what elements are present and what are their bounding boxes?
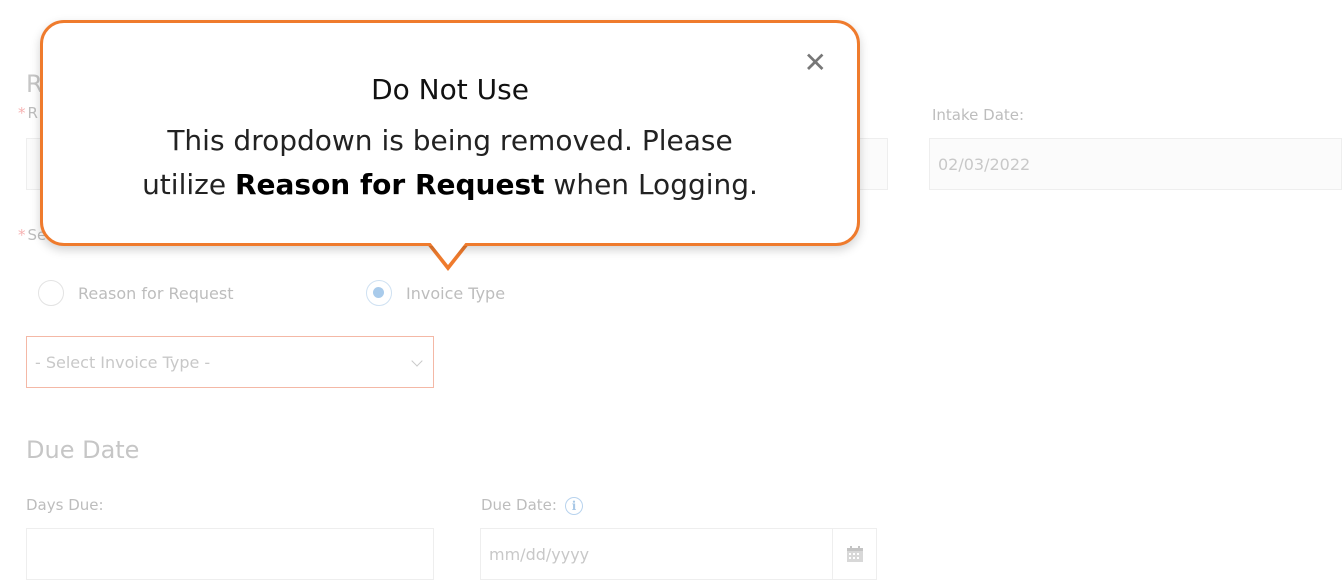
invoice-type-select-value: - Select Invoice Type - (35, 352, 211, 372)
field-label-partial: * R (18, 104, 38, 122)
chevron-down-icon (411, 355, 423, 367)
radio-invoice-circle[interactable] (366, 280, 392, 306)
info-icon[interactable]: i (564, 496, 583, 515)
callout-title: Do Not Use (371, 73, 529, 106)
due-date-section-title: Due Date (26, 436, 140, 464)
intake-date-label: Intake Date: (932, 106, 1025, 124)
calendar-icon (846, 546, 863, 562)
callout-body-line1: This dropdown is being removed. Please (167, 124, 733, 157)
due-date-input[interactable]: mm/dd/yyyy (480, 528, 833, 580)
callout-body: This dropdown is being removed. Please u… (43, 119, 857, 207)
deprecation-callout: ✕ Do Not Use This dropdown is being remo… (40, 20, 860, 246)
due-date-label-wrap: Due Date: i (481, 496, 583, 515)
callout-tail-inner (429, 241, 467, 265)
radio-reason-for-request[interactable]: Reason for Request (38, 280, 233, 306)
callout-body-emphasis: Reason for Request (234, 168, 545, 201)
radio-reason-circle[interactable] (38, 280, 64, 306)
radio-reason-label: Reason for Request (78, 283, 234, 303)
invoice-type-select[interactable]: - Select Invoice Type - (26, 336, 434, 388)
radio-invoice-label: Invoice Type (406, 283, 506, 303)
calendar-button[interactable] (832, 528, 877, 580)
callout-body-line2: utilize Reason for Request when Logging. (142, 168, 758, 201)
radio-invoice-type[interactable]: Invoice Type (366, 280, 505, 306)
due-date-label: Due Date: (481, 496, 557, 514)
intake-date-field: 02/03/2022 (929, 138, 1342, 190)
days-due-input[interactable] (26, 528, 434, 580)
days-due-label: Days Due: (26, 496, 104, 514)
